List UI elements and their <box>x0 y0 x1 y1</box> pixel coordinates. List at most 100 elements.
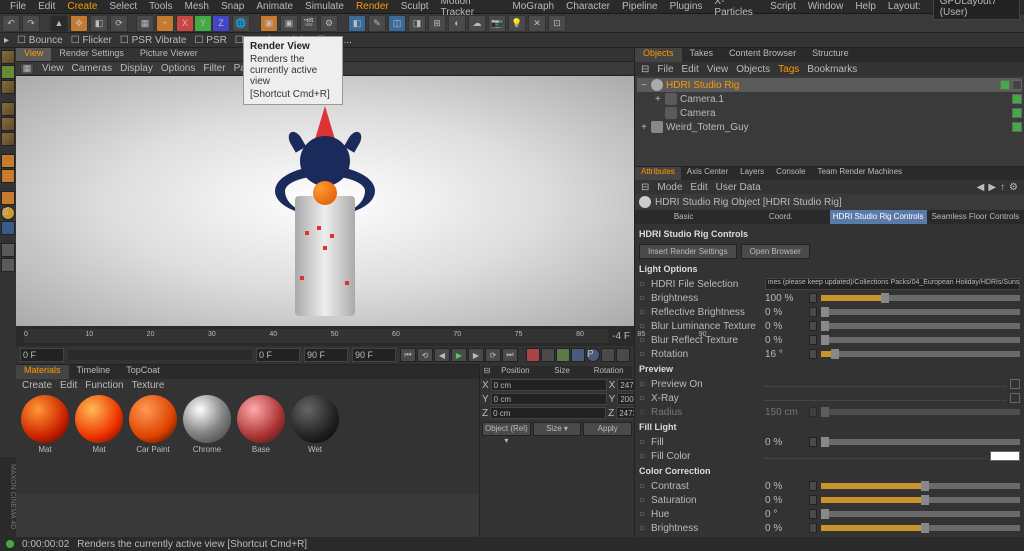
attr-tab-attributes[interactable]: Attributes <box>635 167 681 180</box>
edge-mode-button[interactable] <box>1 117 15 131</box>
menu-snap[interactable]: Snap <box>215 1 250 12</box>
menu-mesh[interactable]: Mesh <box>179 1 215 12</box>
axis-x-button[interactable]: X <box>176 15 194 32</box>
attr-tab-console[interactable]: Console <box>770 167 811 180</box>
viewport-solo-button[interactable] <box>1 243 15 257</box>
tb2-flicker[interactable]: ☐ Flicker <box>71 35 112 46</box>
btn-insert-render-settings[interactable]: Insert Render Settings <box>639 244 737 259</box>
material-wet[interactable]: Wet <box>290 395 340 454</box>
slider[interactable] <box>821 337 1020 343</box>
deformer-button[interactable]: ◐ <box>448 15 466 32</box>
slider[interactable] <box>821 525 1020 531</box>
frame-end-input[interactable] <box>352 348 396 362</box>
autokey-button[interactable] <box>541 348 555 362</box>
menu-pipeline[interactable]: Pipeline <box>616 1 664 12</box>
mat-tab-materials[interactable]: Materials <box>16 365 69 379</box>
tree-item-weird_totem_guy[interactable]: +Weird_Totem_Guy <box>637 120 1022 134</box>
next-key-button[interactable]: ⟳ <box>485 348 501 362</box>
workplane-button[interactable] <box>1 221 15 235</box>
goto-start-button[interactable]: ⏮ <box>400 348 416 362</box>
attr-tab-team-render-machines[interactable]: Team Render Machines <box>812 167 908 180</box>
checkbox[interactable] <box>1010 393 1020 403</box>
render-settings-button[interactable]: ⚙ <box>320 15 338 32</box>
obj-menu-view[interactable]: View <box>707 64 729 75</box>
tb2-psr[interactable]: ☐ PSR <box>194 35 226 46</box>
menu-script[interactable]: Script <box>764 1 802 12</box>
attr-menu-user-data[interactable]: User Data <box>716 182 761 193</box>
coord-size[interactable]: Size ▾ <box>533 422 582 436</box>
obj-tab-objects[interactable]: Objects <box>635 48 682 62</box>
obj-tab-takes[interactable]: Takes <box>682 48 722 62</box>
view-menu-view[interactable]: View <box>42 63 64 74</box>
goto-end-button[interactable]: ⏭ <box>502 348 518 362</box>
frame-cur1-input[interactable] <box>256 348 300 362</box>
view-tab-view[interactable]: View <box>16 48 51 61</box>
coord-apply[interactable]: Apply <box>583 422 632 436</box>
range-slider[interactable] <box>68 350 252 360</box>
expand-icon[interactable]: + <box>655 94 665 105</box>
camera-button[interactable]: 📷 <box>488 15 506 32</box>
prev-frame-button[interactable]: ◀ <box>434 348 450 362</box>
obj-tab-structure[interactable]: Structure <box>804 48 857 62</box>
timeline[interactable]: 01020304050607075808590 -4 F <box>16 326 634 346</box>
isoline-button[interactable] <box>1 169 15 183</box>
material-base[interactable]: Base <box>236 395 286 454</box>
key-all-button[interactable] <box>616 348 630 362</box>
axis-mode-button[interactable] <box>1 154 15 168</box>
extrude-button[interactable]: ◨ <box>408 15 426 32</box>
obj-menu-file[interactable]: File <box>657 64 673 75</box>
xparticles-button[interactable]: ✕ <box>528 15 546 32</box>
expand-icon[interactable]: − <box>641 80 651 91</box>
object-mode-button[interactable] <box>1 80 15 94</box>
record-button[interactable] <box>526 348 540 362</box>
mat-tab-topcoat[interactable]: TopCoat <box>118 365 168 379</box>
snap-button[interactable]: S <box>1 206 15 220</box>
mat-tab-timeline[interactable]: Timeline <box>69 365 119 379</box>
viewport-icon[interactable]: ▦ <box>20 63 34 75</box>
mat-menu-edit[interactable]: Edit <box>60 380 77 391</box>
render-picture-button[interactable]: 🎬 <box>300 15 318 32</box>
render-region-button[interactable]: ▣ <box>280 15 298 32</box>
tb2-bounce[interactable]: ☐ Bounce <box>17 35 63 46</box>
menu-render[interactable]: Render <box>350 1 395 12</box>
viewport[interactable] <box>16 76 634 326</box>
view-tab-picture-viewer[interactable]: Picture Viewer <box>132 48 206 61</box>
scale-tool-button[interactable]: ◧ <box>90 15 108 32</box>
slider[interactable] <box>821 439 1020 445</box>
array-button[interactable]: ⊞ <box>428 15 446 32</box>
btn-open-browser[interactable]: Open Browser <box>741 244 810 259</box>
menu-edit[interactable]: Edit <box>32 1 61 12</box>
material-chrome[interactable]: Chrome <box>182 395 232 454</box>
locked-tool-button[interactable]: + <box>156 15 174 32</box>
pos-X[interactable] <box>491 379 607 391</box>
prev-key-button[interactable]: ⟲ <box>417 348 433 362</box>
nav-fwd[interactable]: ▶ <box>988 182 996 193</box>
material-car-paint[interactable]: Car Paint <box>128 395 178 454</box>
live-select-button[interactable]: ▲ <box>50 15 68 32</box>
nav-up[interactable]: ↑ <box>1000 182 1005 193</box>
pen-tool-button[interactable]: ✎ <box>368 15 386 32</box>
attr-menu-icon[interactable]: ⊟ <box>641 182 649 193</box>
subdivision-button[interactable]: ◫ <box>388 15 406 32</box>
mat-menu-create[interactable]: Create <box>22 380 52 391</box>
cube-primitive-button[interactable]: ◧ <box>348 15 366 32</box>
material-mat[interactable]: Mat <box>74 395 124 454</box>
slider[interactable] <box>821 295 1020 301</box>
undo-button[interactable]: ↶ <box>2 15 20 32</box>
menu-x-particles[interactable]: X-Particles <box>708 0 764 18</box>
key-scale-button[interactable] <box>571 348 585 362</box>
subtab-hdri-studio-rig-controls[interactable]: HDRI Studio Rig Controls <box>830 210 927 224</box>
polygon-mode-button[interactable] <box>1 132 15 146</box>
tree-item-camera-1[interactable]: +Camera.1 <box>637 92 1022 106</box>
expand-icon[interactable]: + <box>641 122 651 133</box>
menu-window[interactable]: Window <box>802 1 850 12</box>
mat-menu-texture[interactable]: Texture <box>132 380 165 391</box>
point-mode-button[interactable] <box>1 102 15 116</box>
mat-menu-function[interactable]: Function <box>85 380 123 391</box>
timeline-ruler[interactable]: 01020304050607075808590 <box>24 329 608 343</box>
attr-menu-mode[interactable]: Mode <box>657 182 682 193</box>
obj-menu-bookmarks[interactable]: Bookmarks <box>807 64 857 75</box>
slider[interactable] <box>821 309 1020 315</box>
obj-menu-objects[interactable]: Objects <box>736 64 770 75</box>
tree-item-hdri-studio-rig[interactable]: −HDRI Studio Rig <box>637 78 1022 92</box>
